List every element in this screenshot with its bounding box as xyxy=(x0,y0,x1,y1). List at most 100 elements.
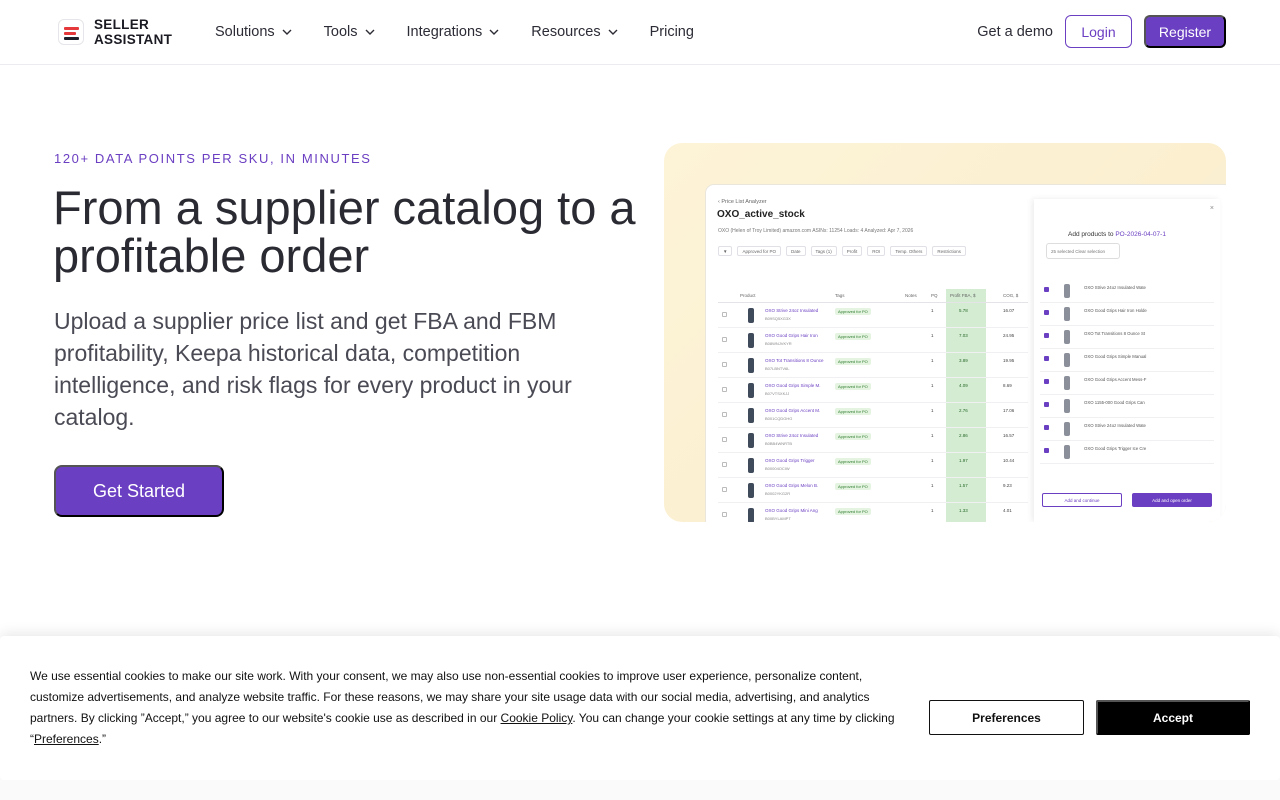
filter-chip: Tags (1) xyxy=(810,246,837,256)
pq-value: 1 xyxy=(931,483,934,488)
add-open-order-button[interactable]: Add and open order xyxy=(1132,493,1212,507)
product-asin: B09SQ5XG3X xyxy=(765,316,791,321)
login-button[interactable]: Login xyxy=(1065,15,1132,48)
product-name[interactable]: OXO Good Grips Simple M. xyxy=(765,383,821,388)
get-demo-link[interactable]: Get a demo xyxy=(977,24,1053,40)
nav-tools[interactable]: Tools xyxy=(324,24,376,40)
product-name[interactable]: OXO Good Grips Trigger xyxy=(765,458,815,463)
panel-item-name: OXO Strive 24oz Insulated Wate xyxy=(1084,423,1146,428)
table-row[interactable]: OXO Good Grips Trigger B00004OCIW Approved… xyxy=(718,453,1028,478)
product-thumbnail xyxy=(748,333,754,348)
item-checkbox[interactable] xyxy=(1044,333,1049,338)
table-row[interactable]: OXO Strive 24oz Insulated B0BB4WNRTB Appro… xyxy=(718,428,1028,453)
table-row[interactable]: OXO Good Grips Simple M. B07VTSXKJJ Approv… xyxy=(718,378,1028,403)
panel-item-name: OXO Strive 24oz Insulated Wate xyxy=(1084,285,1146,290)
item-checkbox[interactable] xyxy=(1044,287,1049,292)
item-checkbox[interactable] xyxy=(1044,379,1049,384)
table-row[interactable]: OXO Tot Transitions 8 Ounce B07LBNTV6L App… xyxy=(718,353,1028,378)
preferences-button[interactable]: Preferences xyxy=(929,700,1084,735)
row-checkbox[interactable] xyxy=(722,387,727,392)
accept-button[interactable]: Accept xyxy=(1096,700,1250,735)
product-name[interactable]: OXO Strive 24oz Insulated xyxy=(765,308,818,313)
preferences-link[interactable]: Preferences xyxy=(34,732,99,746)
logo-line2: ASSISTANT xyxy=(94,32,173,47)
table-row[interactable]: OXO Strive 24oz Insulated B09SQ5XG3X Appro… xyxy=(718,303,1028,328)
product-name[interactable]: OXO Good Grips Accent M. xyxy=(765,408,820,413)
panel-list-item[interactable]: OXO Good Grips Accent Mess-F xyxy=(1040,373,1214,395)
register-button[interactable]: Register xyxy=(1144,15,1226,48)
nav-label: Pricing xyxy=(649,24,694,40)
item-checkbox[interactable] xyxy=(1044,425,1049,430)
table-row[interactable]: OXO Good Grips Melon B. B0002YKG2R Approve… xyxy=(718,478,1028,503)
profit-value: 1.97 xyxy=(959,458,968,463)
table-row[interactable]: OXO Good Grips Hair Iron B08WNJVKYR Approv… xyxy=(718,328,1028,353)
row-checkbox[interactable] xyxy=(722,412,727,417)
product-asin: B00004OCIW xyxy=(765,466,790,471)
row-checkbox[interactable] xyxy=(722,312,727,317)
product-thumbnail xyxy=(748,508,754,522)
get-started-button[interactable]: Get Started xyxy=(54,465,224,517)
filter-icon: ▼ xyxy=(718,246,733,256)
nav-integrations[interactable]: Integrations xyxy=(407,24,501,40)
nav-solutions[interactable]: Solutions xyxy=(215,24,293,40)
row-checkbox[interactable] xyxy=(722,337,727,342)
pq-value: 1 xyxy=(931,508,934,513)
panel-title: Add products to PO-2026-04-07-1 xyxy=(1068,231,1166,238)
product-name[interactable]: OXO Tot Transitions 8 Ounce xyxy=(765,358,823,363)
cog-value: 8.69 xyxy=(1003,383,1012,388)
panel-title-prefix: Add products to xyxy=(1068,231,1114,238)
row-checkbox[interactable] xyxy=(722,437,727,442)
logo-icon xyxy=(58,19,84,45)
row-checkbox[interactable] xyxy=(722,462,727,467)
item-checkbox[interactable] xyxy=(1044,448,1049,453)
cog-value: 10.44 xyxy=(1003,458,1015,463)
table-body: OXO Strive 24oz Insulated B09SQ5XG3X Appro… xyxy=(718,303,1028,522)
cog-value: 16.57 xyxy=(1003,433,1015,438)
product-name[interactable]: OXO Strive 24oz Insulated xyxy=(765,433,818,438)
status-badge: Approved for PO xyxy=(835,383,871,390)
product-name[interactable]: OXO Good Grips Mini Ang xyxy=(765,508,818,513)
table-row[interactable]: OXO Good Grips Accent M. B001CQDGHG Approv… xyxy=(718,403,1028,428)
product-name[interactable]: OXO Good Grips Hair Iron xyxy=(765,333,818,338)
filter-chip: Temp. Others xyxy=(890,246,928,256)
product-name[interactable]: OXO Good Grips Melon B. xyxy=(765,483,818,488)
panel-list-item[interactable]: OXO Tot Transitions 8 Ounce St xyxy=(1040,327,1214,349)
nav-resources[interactable]: Resources xyxy=(531,24,618,40)
status-badge: Approved for PO xyxy=(835,333,871,340)
panel-list-item[interactable]: OXO 1155-000 Good Grips Can xyxy=(1040,396,1214,418)
panel-list-item[interactable]: OXO Strive 24oz Insulated Wate xyxy=(1040,281,1214,303)
cookie-policy-link[interactable]: Cookie Policy xyxy=(501,711,573,725)
table-row[interactable]: OXO Good Grips Mini Ang B00BYLAMPT Approve… xyxy=(718,503,1028,522)
chevron-down-icon xyxy=(608,29,618,35)
col-notes: Notes xyxy=(905,293,917,298)
close-icon[interactable]: × xyxy=(1210,205,1214,212)
cookie-banner: We use essential cookies to make our sit… xyxy=(0,636,1280,780)
col-product: Product xyxy=(740,293,756,298)
panel-list-item[interactable]: OXO Good Grips Trigger Ice Cre xyxy=(1040,442,1214,464)
row-checkbox[interactable] xyxy=(722,362,727,367)
product-thumbnail xyxy=(748,483,754,498)
panel-list-item[interactable]: OXO Good Grips Simple Manual xyxy=(1040,350,1214,372)
row-checkbox[interactable] xyxy=(722,512,727,517)
hero-title: From a supplier catalog to a profitable … xyxy=(53,181,636,282)
add-continue-button[interactable]: Add and continue xyxy=(1042,493,1122,507)
product-thumbnail xyxy=(748,458,754,473)
panel-item-name: OXO Good Grips Accent Mess-F xyxy=(1084,377,1147,382)
logo[interactable]: SELLER ASSISTANT xyxy=(58,17,172,47)
col-pq: PQ xyxy=(931,293,938,298)
row-checkbox[interactable] xyxy=(722,487,727,492)
item-checkbox[interactable] xyxy=(1044,356,1049,361)
app-breadcrumb: ‹ Price List Analyzer xyxy=(718,199,767,205)
panel-list-item[interactable]: OXO Strive 24oz Insulated Wate xyxy=(1040,419,1214,441)
status-badge: Approved for PO xyxy=(835,508,871,515)
nav-pricing[interactable]: Pricing xyxy=(650,24,694,40)
item-checkbox[interactable] xyxy=(1044,310,1049,315)
product-thumbnail xyxy=(1064,353,1070,367)
status-badge: Approved for PO xyxy=(835,308,871,315)
site-header: SELLER ASSISTANT Solutions Tools Integra… xyxy=(0,0,1280,65)
item-checkbox[interactable] xyxy=(1044,402,1049,407)
panel-list-item[interactable]: OXO Good Grips Hair Iron Holde xyxy=(1040,304,1214,326)
panel-title-po: PO-2026-04-07-1 xyxy=(1115,231,1166,238)
product-thumbnail xyxy=(748,408,754,423)
header-actions: Get a demo Login Register xyxy=(977,15,1226,48)
